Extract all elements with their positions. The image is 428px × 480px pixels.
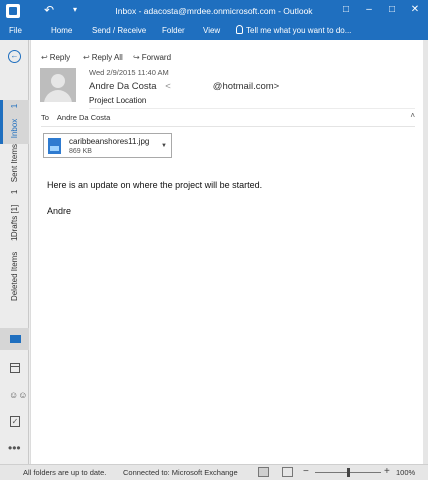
folder-inbox[interactable]: Inbox 1 — [10, 104, 20, 138]
ribbon-display-options-icon[interactable]: □ — [337, 3, 355, 17]
reply-button[interactable]: ↩ Reply — [41, 52, 70, 63]
forward-icon: ↪ — [133, 53, 140, 62]
forward-button[interactable]: ↪ Forward — [133, 52, 171, 63]
nav-more[interactable]: ••• — [0, 438, 29, 460]
tasks-icon: ✓ — [10, 416, 20, 427]
sender[interactable]: Andre Da Costa < @hotmail.com> — [89, 81, 279, 93]
connection-status[interactable]: Connected to: Microsoft Exchange — [123, 468, 238, 477]
zoom-slider-thumb[interactable] — [347, 468, 350, 477]
folder-drafts-label: Drafts [1] — [10, 204, 19, 238]
folder-drafts[interactable]: Drafts [1] 1 — [10, 190, 20, 237]
nav-people[interactable]: ☺☺ — [0, 384, 29, 406]
avatar-head — [51, 74, 65, 88]
attachment-size: 869 KB — [69, 148, 92, 155]
reply-all-button[interactable]: ↩ Reply All — [83, 52, 123, 63]
tell-me-box[interactable]: Tell me what you want to do... — [236, 25, 351, 37]
header-separator — [89, 108, 415, 109]
folder-deleted-items-count: 1 — [10, 237, 19, 242]
minimize-button[interactable]: – — [360, 3, 378, 17]
reading-pane: ↩ Reply ↩ Reply All ↪ Forward Wed 2/9/2015 … — [30, 40, 423, 464]
people-icon: ☺☺ — [9, 390, 28, 400]
message-date: Wed 2/9/2015 11:40 AM — [89, 68, 169, 77]
calendar-icon — [10, 363, 20, 373]
reply-label: Reply — [49, 53, 71, 62]
image-file-icon — [48, 138, 61, 154]
to-label: To — [41, 113, 49, 122]
sender-email-domain: @hotmail.com> — [212, 81, 280, 92]
forward-label: Forward — [141, 53, 172, 62]
nav-mail[interactable] — [0, 328, 29, 350]
attachment-card[interactable]: caribbeanshores11.jpg 869 KB ▼ — [43, 133, 172, 158]
reply-icon: ↩ — [41, 53, 48, 62]
sender-name: Andre Da Costa — [89, 81, 157, 92]
title-bar: ↶ ▾ Inbox - adacosta@mrdee.onmicrosoft.c… — [0, 0, 428, 22]
folder-deleted-items-label: Deleted Items — [10, 251, 19, 302]
reply-all-label: Reply All — [91, 53, 123, 62]
reply-all-icon: ↩ — [83, 53, 90, 62]
status-bar: All folders are up to date. Connected to… — [0, 464, 428, 480]
zoom-level[interactable]: 100% — [396, 468, 415, 477]
reading-view-button[interactable] — [282, 467, 293, 477]
expand-folder-pane-icon[interactable]: ← — [8, 50, 21, 63]
lightbulb-icon — [236, 25, 243, 34]
attachment-name: caribbeanshores11.jpg — [69, 137, 150, 146]
tab-send-receive[interactable]: Send / Receive — [92, 26, 146, 36]
folder-sent-items[interactable]: Sent Items — [10, 144, 20, 182]
vertical-scrollbar[interactable] — [423, 40, 428, 464]
folder-sent-items-label: Sent Items — [10, 144, 19, 183]
recipients-line: To Andre Da Costa — [41, 113, 110, 123]
nav-tasks[interactable]: ✓ — [0, 411, 29, 433]
sender-avatar — [40, 68, 76, 102]
body-text-line-2: Andre — [47, 206, 72, 216]
attachment-dropdown-icon[interactable]: ▼ — [161, 143, 167, 150]
sender-email-open: < — [165, 81, 171, 92]
mail-icon — [10, 335, 21, 343]
ribbon-tabs: File Home Send / Receive Folder View Tel… — [0, 22, 428, 40]
close-button[interactable]: ✕ — [406, 3, 424, 17]
nav-calendar[interactable] — [0, 357, 29, 379]
maximize-button[interactable]: □ — [383, 3, 401, 17]
tab-folder[interactable]: Folder — [162, 26, 185, 36]
avatar-body — [44, 90, 72, 102]
zoom-in-button[interactable]: + — [384, 466, 390, 477]
folder-inbox-count: 1 — [10, 104, 19, 109]
normal-view-button[interactable] — [258, 467, 269, 477]
folder-deleted-items[interactable]: Deleted Items 1 — [10, 237, 20, 301]
collapse-header-icon[interactable]: ˄ — [410, 111, 415, 121]
tab-file[interactable]: File — [9, 26, 22, 36]
inbox-selected-indicator — [0, 100, 3, 144]
more-icon: ••• — [8, 441, 21, 455]
tab-view[interactable]: View — [203, 26, 220, 36]
body-text-line-1: Here is an update on where the project w… — [47, 180, 263, 190]
to-recipient[interactable]: Andre Da Costa — [57, 113, 110, 122]
zoom-out-button[interactable]: − — [303, 466, 309, 477]
body-separator — [41, 126, 415, 127]
tell-me-text: Tell me what you want to do... — [246, 26, 352, 35]
folder-pane-collapsed: ← Inbox 1 Sent Items Drafts [1] 1 Delete… — [0, 40, 29, 464]
tab-home[interactable]: Home — [51, 26, 72, 36]
folder-drafts-count: 1 — [10, 190, 19, 195]
sync-status: All folders are up to date. — [23, 468, 107, 477]
folder-inbox-label: Inbox — [10, 118, 19, 139]
message-subject: Project Location — [89, 96, 147, 105]
